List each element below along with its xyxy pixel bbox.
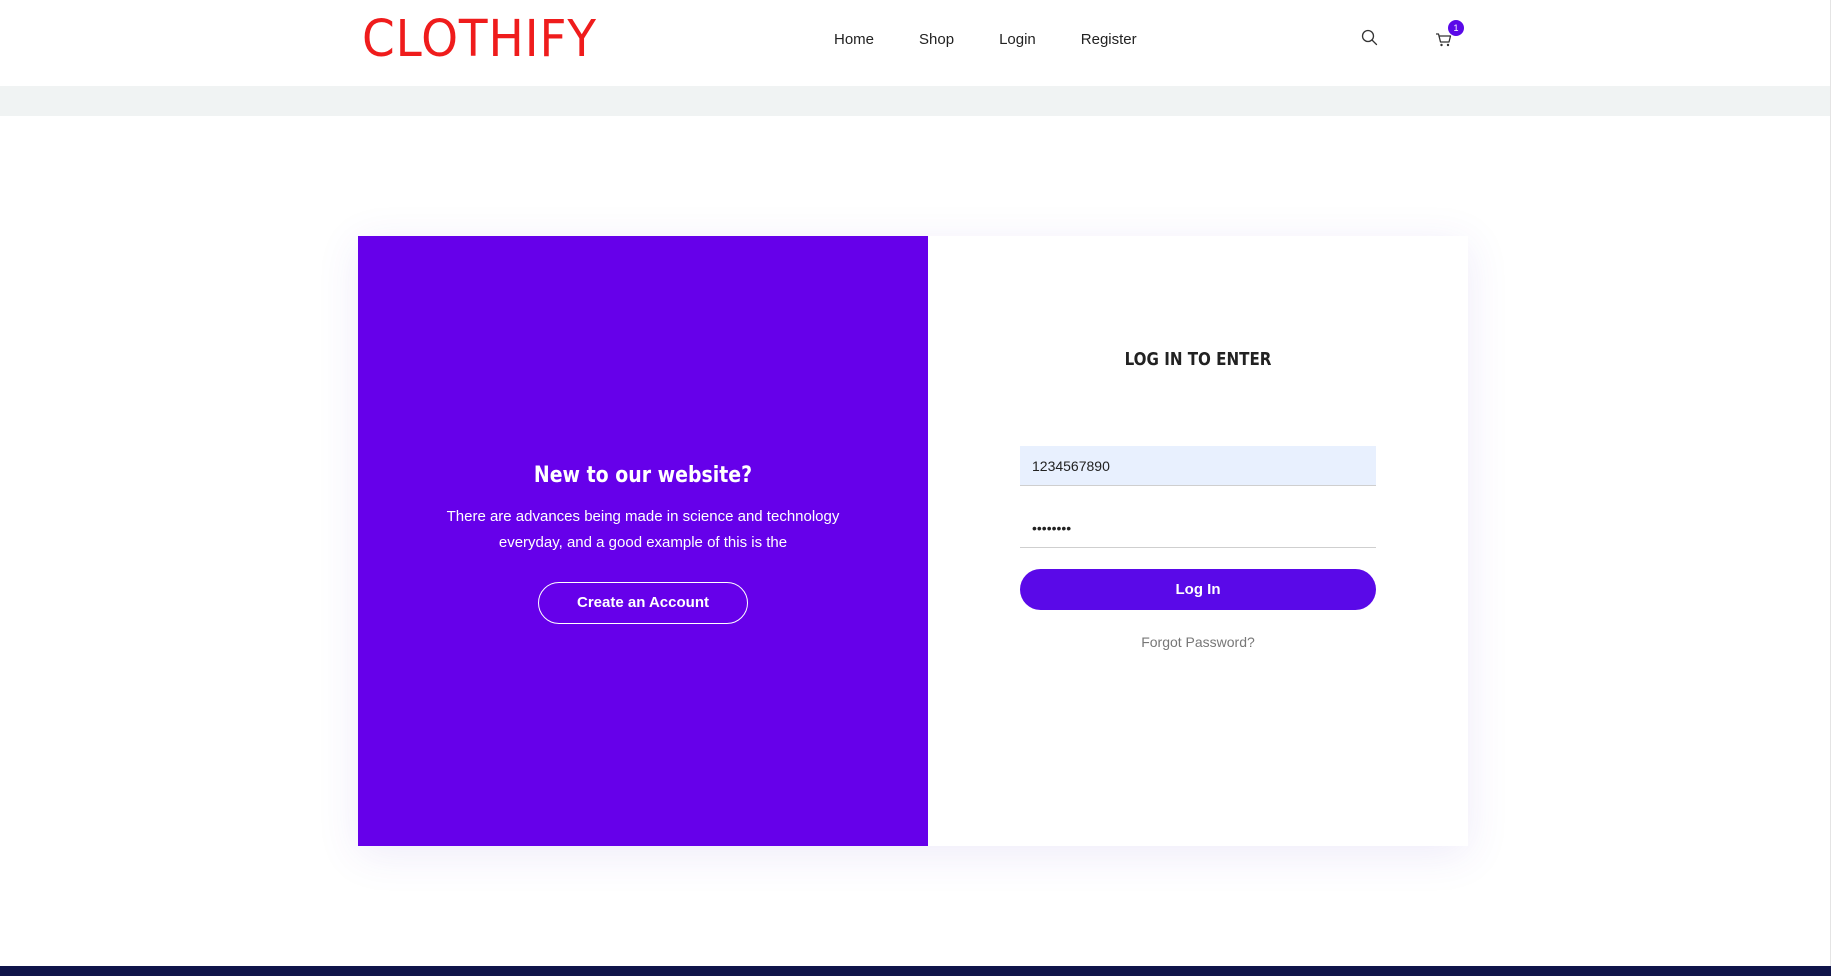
- footer: [0, 966, 1831, 976]
- brand-logo[interactable]: CLOTHIFY: [362, 14, 597, 66]
- login-panel: LOG IN TO ENTER Log In Forgot Password?: [928, 236, 1468, 846]
- main-nav: Home Shop Login Register: [834, 28, 1137, 52]
- password-input[interactable]: [1020, 508, 1376, 547]
- nav-item-home[interactable]: Home: [834, 28, 874, 52]
- cart-count-badge: 1: [1448, 20, 1464, 36]
- username-input[interactable]: [1020, 446, 1376, 485]
- login-title: LOG IN TO ENTER: [1124, 349, 1272, 370]
- search-icon[interactable]: [1360, 28, 1380, 48]
- forgot-password-link[interactable]: Forgot Password?: [928, 632, 1468, 652]
- promo-text: There are advances being made in science…: [446, 508, 840, 551]
- site-header: CLOTHIFY Home Shop Login Register 1: [0, 0, 1831, 86]
- nav-item-register[interactable]: Register: [1081, 28, 1137, 52]
- nav-item-login[interactable]: Login: [999, 28, 1036, 52]
- password-field-wrapper: [1020, 508, 1376, 548]
- login-button[interactable]: Log In: [1020, 569, 1376, 610]
- nav-item-shop[interactable]: Shop: [919, 28, 954, 52]
- create-account-button[interactable]: Create an Account: [538, 582, 748, 624]
- page: CLOTHIFY Home Shop Login Register 1 New: [0, 0, 1831, 976]
- header-divider-band: [0, 86, 1831, 116]
- auth-card: New to our website? There are advances b…: [358, 236, 1468, 846]
- username-field-wrapper: [1020, 446, 1376, 486]
- promo-title: New to our website?: [533, 463, 753, 488]
- register-promo-panel: New to our website? There are advances b…: [358, 236, 928, 846]
